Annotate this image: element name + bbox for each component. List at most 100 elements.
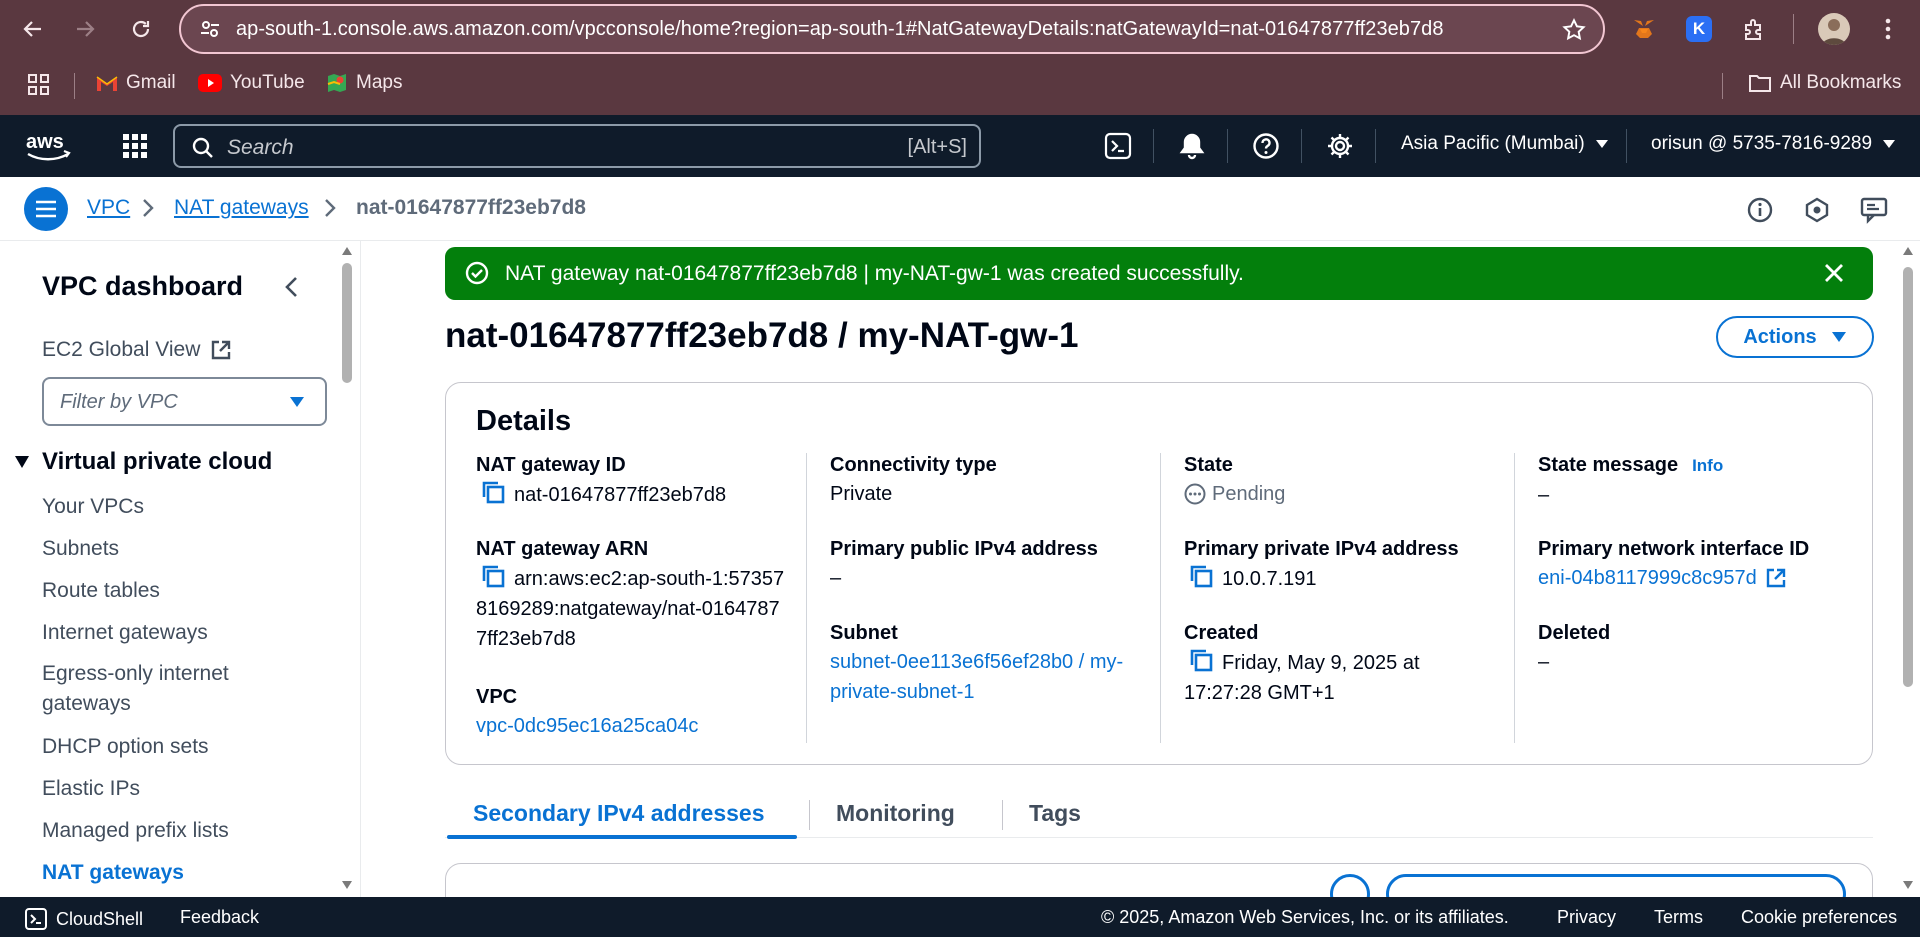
tab-monitoring[interactable]: Monitoring (836, 800, 955, 827)
bookmark-divider (74, 73, 75, 99)
notifications-button[interactable] (1177, 131, 1207, 161)
pending-icon (1184, 483, 1206, 505)
help-icon (1253, 133, 1279, 159)
apps-icon[interactable] (27, 73, 51, 97)
sidebar-item-subnets[interactable]: Subnets (42, 537, 119, 561)
main-scrollbar[interactable] (1899, 241, 1917, 897)
feedback-panel-button[interactable] (1860, 196, 1888, 224)
sidebar-item-nat-gateways[interactable]: NAT gateways (42, 861, 184, 885)
feedback-link[interactable]: Feedback (180, 907, 259, 928)
sidebar-scrollbar[interactable] (340, 241, 354, 897)
sidebar-item-egress-only-internet-gateways[interactable]: Egress-only internet gateways (42, 659, 272, 719)
sidebar-item-internet-gateways[interactable]: Internet gateways (42, 621, 208, 645)
page-title: nat-01647877ff23eb7d8 / my-NAT-gw-1 (445, 316, 1079, 355)
refresh-button[interactable] (1330, 874, 1370, 897)
tab-divider (809, 800, 810, 830)
metamask-extension-icon[interactable] (1630, 15, 1658, 43)
cloudshell-icon (25, 908, 47, 930)
bookmark-youtube[interactable]: YouTube (198, 72, 305, 94)
extensions-icon[interactable] (1740, 15, 1768, 43)
state-message-label: State message (1538, 454, 1679, 476)
security-panel-button[interactable] (1803, 196, 1831, 224)
copy-icon[interactable] (480, 563, 506, 589)
edit-secondary-ip-button[interactable] (1386, 874, 1846, 897)
cookie-preferences-link[interactable]: Cookie preferences (1741, 907, 1897, 928)
star-icon[interactable] (1561, 17, 1587, 43)
sidebar-item-elastic-ips[interactable]: Elastic IPs (42, 777, 140, 801)
subnet-link[interactable]: subnet-0ee113e6f56ef28b0 / my-private-su… (830, 647, 1130, 707)
primary-eni-label: Primary network interface ID (1538, 538, 1810, 560)
account-menu[interactable]: orisun @ 5735-7816-9289 (1651, 133, 1896, 155)
aws-logo[interactable]: aws (24, 128, 74, 164)
breadcrumb-vpc[interactable]: VPC (87, 196, 130, 220)
state-value: Pending (1212, 483, 1286, 505)
nat-gateway-arn-value: arn:aws:ec2:ap-south-1:573578169289:natg… (476, 568, 785, 650)
bookmark-gmail[interactable]: Gmail (96, 72, 176, 94)
details-heading: Details (476, 405, 572, 437)
scroll-down-icon (342, 881, 352, 889)
tab-secondary-ipv4-addresses[interactable]: Secondary IPv4 addresses (473, 800, 765, 827)
cloudshell-button[interactable] (1103, 131, 1133, 161)
sidebar-item-route-tables[interactable]: Route tables (42, 579, 160, 603)
menu-icon (36, 200, 56, 218)
sidebar-title[interactable]: VPC dashboard (42, 271, 243, 302)
state-message-value: – (1538, 484, 1550, 506)
bookmark-maps[interactable]: Maps (326, 72, 402, 94)
column-divider (1160, 453, 1161, 743)
sidebar-item-ec2-global-view[interactable]: EC2 Global View (42, 338, 232, 362)
all-bookmarks[interactable]: All Bookmarks (1748, 72, 1901, 94)
copy-icon[interactable] (1188, 647, 1214, 673)
back-button[interactable] (18, 14, 48, 44)
copy-icon[interactable] (480, 479, 506, 505)
primary-private-ip-label: Primary private IPv4 address (1184, 538, 1459, 560)
sidebar-scroll-thumb[interactable] (342, 263, 352, 383)
breadcrumb-nat-gateways[interactable]: NAT gateways (174, 196, 309, 220)
vpc-link[interactable]: vpc-0dc95ec16a25ca04c (476, 711, 806, 741)
grid-icon (123, 134, 147, 158)
connectivity-type-label: Connectivity type (830, 454, 997, 476)
collapse-sidebar-icon[interactable] (280, 275, 304, 299)
vpc-field: VPC vpc-0dc95ec16a25ca04c (476, 685, 806, 741)
search-input[interactable]: Search [Alt+S] (173, 124, 981, 168)
region-selector[interactable]: Asia Pacific (Mumbai) (1401, 133, 1609, 155)
tab-tags[interactable]: Tags (1029, 800, 1081, 827)
search-placeholder: Search (227, 136, 294, 159)
feedback-icon (1860, 197, 1888, 224)
reload-button[interactable] (126, 14, 156, 44)
details-column-3: State Pending Primary private IPv4 addre… (1184, 453, 1538, 743)
nav-divider (1626, 129, 1627, 163)
k-extension-icon[interactable]: K (1686, 16, 1712, 42)
privacy-link[interactable]: Privacy (1557, 907, 1616, 928)
caret-down-icon (290, 397, 304, 407)
browser-menu-icon[interactable] (1880, 14, 1896, 44)
info-link[interactable]: Info (1692, 456, 1723, 475)
navigation-toggle-button[interactable] (24, 187, 68, 231)
column-divider (1514, 453, 1515, 743)
help-button[interactable] (1251, 131, 1281, 161)
sidebar-item-dhcp-option-sets[interactable]: DHCP option sets (42, 735, 209, 759)
flash-message: NAT gateway nat-01647877ff23eb7d8 | my-N… (505, 262, 1244, 285)
main-scroll-thumb[interactable] (1903, 267, 1913, 687)
actions-button[interactable]: Actions (1716, 316, 1874, 358)
sidebar-item-your-vpcs[interactable]: Your VPCs (42, 495, 144, 519)
vpc-label: VPC (476, 686, 518, 708)
address-bar[interactable]: ap-south-1.console.aws.amazon.com/vpccon… (179, 4, 1605, 54)
maps-icon (327, 74, 346, 92)
vpc-filter-select[interactable]: Filter by VPC (42, 377, 327, 426)
copy-icon[interactable] (1188, 563, 1214, 589)
services-menu-button[interactable] (120, 131, 150, 161)
external-link-icon[interactable] (1765, 567, 1787, 589)
deleted-label: Deleted (1538, 622, 1611, 644)
info-panel-button[interactable] (1746, 196, 1774, 224)
cloudshell-footer-button[interactable]: CloudShell (24, 907, 143, 931)
sidebar-section-virtual-private-cloud[interactable]: Virtual private cloud (14, 448, 272, 476)
svg-text:aws: aws (26, 131, 64, 153)
close-icon[interactable] (1823, 262, 1845, 284)
settings-button[interactable] (1325, 131, 1355, 161)
sidebar-item-managed-prefix-lists[interactable]: Managed prefix lists (42, 819, 229, 843)
primary-eni-link[interactable]: eni-04b8117999c8c957d (1538, 563, 1757, 593)
forward-button[interactable] (70, 14, 100, 44)
terms-link[interactable]: Terms (1654, 907, 1703, 928)
profile-avatar[interactable] (1818, 13, 1850, 45)
primary-private-ip-field: Primary private IPv4 address 10.0.7.191 (1184, 537, 1514, 594)
